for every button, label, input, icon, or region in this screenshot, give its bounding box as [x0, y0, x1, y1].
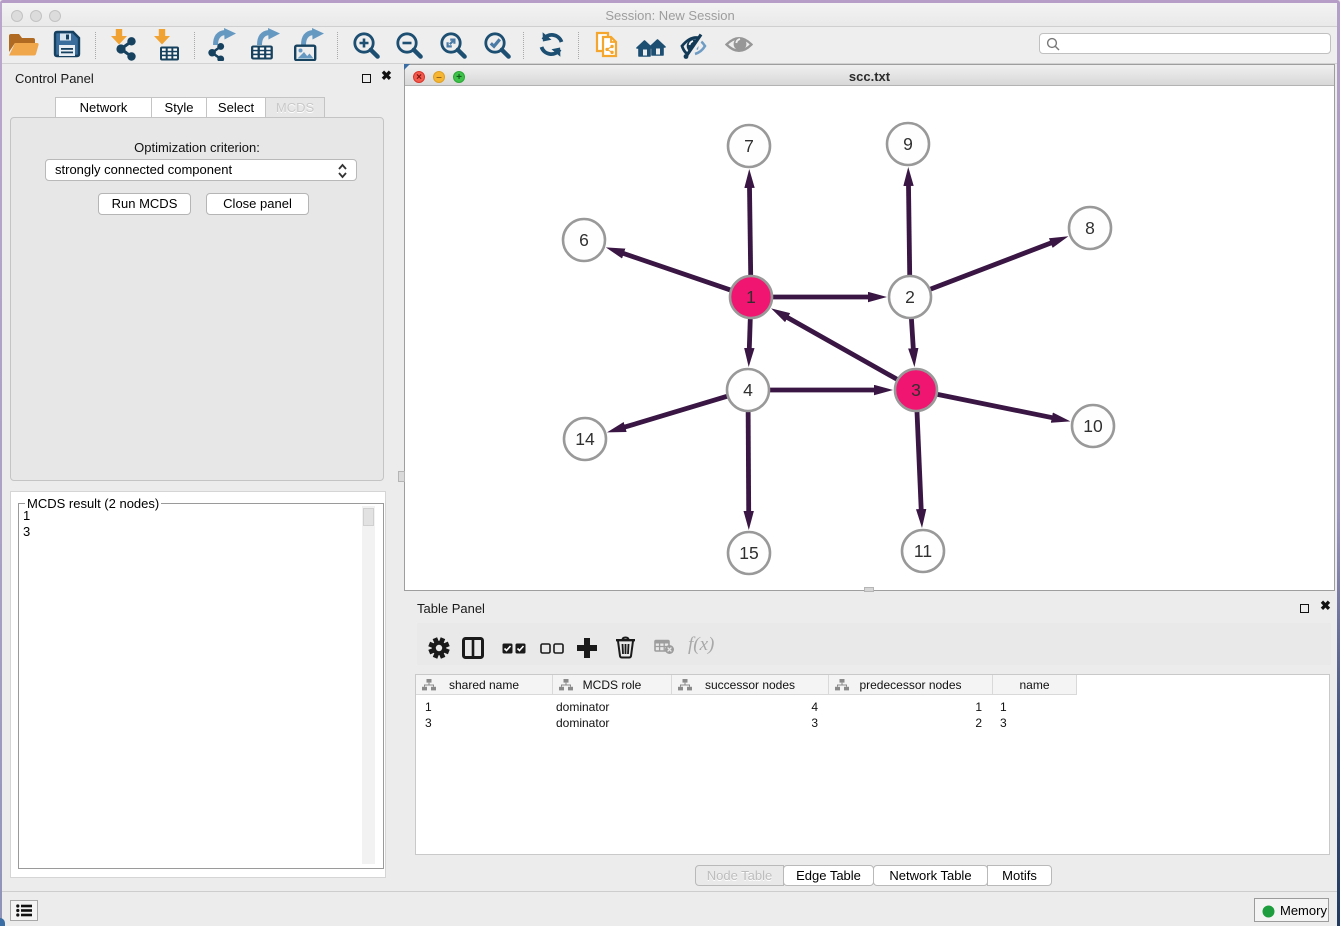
svg-text:14: 14 [575, 429, 595, 449]
svg-text:8: 8 [1085, 218, 1095, 238]
svg-text:7: 7 [744, 136, 754, 156]
svg-text:2: 2 [905, 287, 915, 307]
svg-text:10: 10 [1083, 416, 1103, 436]
svg-text:11: 11 [914, 541, 932, 561]
svg-text:3: 3 [911, 380, 921, 400]
svg-text:9: 9 [903, 134, 913, 154]
svg-text:15: 15 [739, 543, 758, 563]
svg-text:4: 4 [743, 380, 753, 400]
svg-text:6: 6 [579, 230, 589, 250]
svg-text:1: 1 [746, 287, 756, 307]
